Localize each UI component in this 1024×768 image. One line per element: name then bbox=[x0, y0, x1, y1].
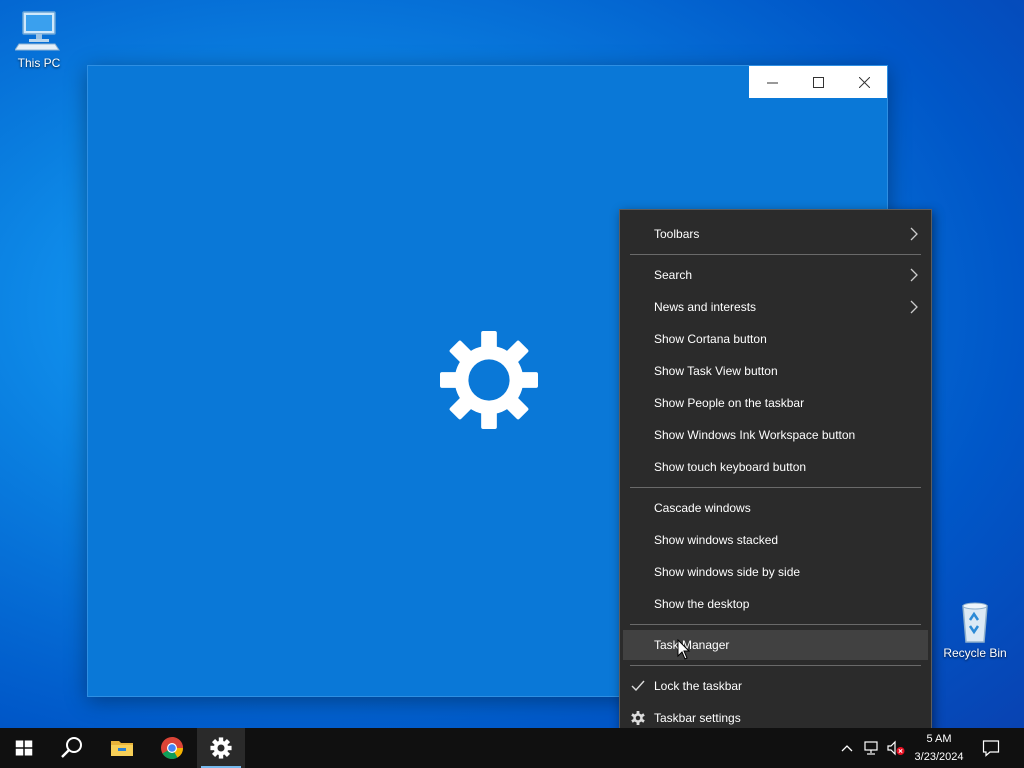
chevron-right-icon bbox=[910, 268, 918, 282]
search-icon bbox=[61, 737, 82, 758]
desktop-icon-this-pc[interactable]: This PC bbox=[4, 10, 74, 70]
menu-item-task-manager[interactable]: Task Manager bbox=[623, 630, 928, 660]
file-explorer-icon bbox=[111, 741, 133, 756]
gear-icon bbox=[440, 331, 538, 429]
mouse-cursor-icon bbox=[677, 639, 691, 660]
menu-item-toolbars[interactable]: Toolbars bbox=[623, 219, 928, 249]
menu-item-label: Cascade windows bbox=[654, 501, 751, 515]
menu-item-label: Show Cortana button bbox=[654, 332, 767, 346]
search-button[interactable] bbox=[48, 728, 96, 768]
action-center-button[interactable] bbox=[976, 728, 1006, 768]
chevron-up-icon bbox=[841, 745, 853, 752]
desktop-icon-recycle-bin[interactable]: Recycle Bin bbox=[940, 600, 1010, 660]
chrome-icon bbox=[161, 737, 183, 759]
menu-item-label: Show the desktop bbox=[654, 597, 750, 611]
menu-item-news-and-interests[interactable]: News and interests bbox=[623, 292, 928, 322]
close-button[interactable] bbox=[841, 66, 887, 98]
menu-item-show-the-desktop[interactable]: Show the desktop bbox=[623, 589, 928, 619]
notification-icon bbox=[982, 740, 1000, 757]
menu-item-label: Search bbox=[654, 268, 693, 282]
checkmark-icon bbox=[631, 680, 645, 692]
maximize-icon bbox=[812, 76, 824, 88]
menu-item-show-touch-keyboard[interactable]: Show touch keyboard button bbox=[623, 452, 928, 482]
taskbar[interactable]: 5 AM 3/23/2024 bbox=[0, 728, 1024, 768]
chevron-right-icon bbox=[910, 300, 918, 314]
network-button[interactable] bbox=[860, 728, 882, 768]
menu-item-label: Show windows side by side bbox=[654, 565, 801, 579]
menu-item-label: Lock the taskbar bbox=[654, 679, 743, 693]
computer-icon bbox=[14, 10, 63, 54]
menu-item-label: Show windows stacked bbox=[654, 533, 779, 547]
desktop-icon-label: This PC bbox=[17, 56, 61, 70]
clock-date: 3/23/2024 bbox=[914, 751, 964, 763]
windows-start-icon bbox=[15, 740, 33, 756]
chrome-button[interactable] bbox=[148, 728, 196, 768]
start-button[interactable] bbox=[0, 728, 48, 768]
minimize-button[interactable] bbox=[749, 66, 795, 98]
gear-icon bbox=[631, 711, 645, 725]
menu-item-label: Show People on the taskbar bbox=[654, 396, 805, 410]
recycle-bin-icon bbox=[951, 600, 999, 644]
taskbar-context-menu: Toolbars Search News and interests Show … bbox=[619, 209, 932, 743]
clock-time: 5 AM bbox=[926, 733, 952, 745]
menu-item-show-ink-workspace[interactable]: Show Windows Ink Workspace button bbox=[623, 420, 928, 450]
menu-item-label: Show touch keyboard button bbox=[654, 460, 807, 474]
menu-item-show-people[interactable]: Show People on the taskbar bbox=[623, 388, 928, 418]
settings-gear-icon bbox=[210, 737, 232, 759]
menu-item-label: Show Task View button bbox=[654, 364, 778, 378]
menu-item-cascade-windows[interactable]: Cascade windows bbox=[623, 493, 928, 523]
minimize-icon bbox=[766, 82, 778, 83]
menu-item-label: Taskbar settings bbox=[654, 711, 741, 725]
volume-button[interactable] bbox=[884, 728, 908, 768]
chevron-right-icon bbox=[910, 227, 918, 241]
menu-item-search[interactable]: Search bbox=[623, 260, 928, 290]
menu-separator bbox=[630, 254, 921, 255]
file-explorer-button[interactable] bbox=[98, 728, 146, 768]
menu-item-show-task-view-button[interactable]: Show Task View button bbox=[623, 356, 928, 386]
menu-item-label: Toolbars bbox=[654, 227, 700, 241]
menu-item-lock-the-taskbar[interactable]: Lock the taskbar bbox=[623, 671, 928, 701]
clock[interactable]: 5 AM 3/23/2024 bbox=[912, 728, 966, 768]
close-icon bbox=[858, 76, 870, 88]
menu-separator bbox=[630, 624, 921, 625]
menu-item-show-windows-side-by-side[interactable]: Show windows side by side bbox=[623, 557, 928, 587]
caption-buttons bbox=[749, 66, 887, 98]
menu-item-label: Task Manager bbox=[654, 638, 730, 652]
menu-item-show-cortana-button[interactable]: Show Cortana button bbox=[623, 324, 928, 354]
menu-item-show-windows-stacked[interactable]: Show windows stacked bbox=[623, 525, 928, 555]
show-hidden-icons-button[interactable] bbox=[836, 728, 858, 768]
maximize-button[interactable] bbox=[795, 66, 841, 98]
settings-taskbar-button[interactable] bbox=[197, 728, 245, 768]
menu-separator bbox=[630, 487, 921, 488]
desktop-icon-label: Recycle Bin bbox=[943, 646, 1007, 660]
menu-item-label: Show Windows Ink Workspace button bbox=[654, 428, 856, 442]
volume-muted-icon bbox=[887, 740, 905, 756]
menu-item-label: News and interests bbox=[654, 300, 757, 314]
network-icon bbox=[864, 741, 878, 755]
menu-separator bbox=[630, 665, 921, 666]
